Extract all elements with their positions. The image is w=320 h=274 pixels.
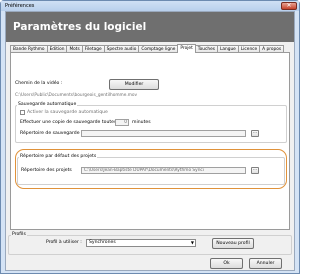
- title-bar: Préférences ✕: [1, 1, 299, 11]
- profile-select[interactable]: Synchrones ▼: [86, 239, 196, 247]
- dialog-title: Paramètres du logiciel: [13, 21, 147, 33]
- window-title: Préférences: [5, 3, 35, 9]
- autosave-browse-button[interactable]: ...: [251, 130, 259, 137]
- tab-projet[interactable]: Projet: [177, 44, 196, 53]
- autosave-checkbox[interactable]: [20, 110, 25, 115]
- projects-browse-button[interactable]: ...: [251, 167, 259, 174]
- profiles-group-title: Profils: [11, 232, 27, 237]
- autosave-dir-input[interactable]: [81, 130, 246, 137]
- new-profile-button[interactable]: Nouveau profil: [212, 238, 254, 249]
- dialog-body: Paramètres du logiciel Bande Rythmo Edit…: [5, 11, 295, 271]
- chevron-down-icon: ▼: [190, 240, 194, 245]
- autosave-group-title: Sauvegarde automatique: [17, 102, 78, 107]
- projects-dir-group-title: Répertoire par défaut des projets: [19, 154, 98, 159]
- autosave-interval-label: Effectuer une copie de sauvegarde toutes…: [20, 120, 125, 125]
- cancel-button[interactable]: Annuler: [249, 258, 282, 269]
- preferences-window: Préférences ✕ Paramètres du logiciel Ban…: [0, 0, 300, 274]
- projet-panel: Chemin de la vidéo : Modifier C:\Users\P…: [10, 52, 290, 230]
- projects-dir-label: Répertoire des projets: [21, 168, 72, 173]
- autosave-dir-label: Répertoire de sauvegarde :: [20, 131, 83, 136]
- autosave-enable-label: Activer la sauvegarde automatique: [27, 110, 108, 115]
- dialog-header: Paramètres du logiciel: [6, 12, 294, 42]
- close-icon: ✕: [286, 2, 292, 9]
- minutes-label: minutes: [132, 120, 151, 125]
- profile-use-label: Profil à utiliser :: [46, 240, 82, 245]
- profile-select-value: Synchrones: [89, 240, 116, 245]
- modify-video-button[interactable]: Modifier: [109, 79, 159, 90]
- ok-button[interactable]: Ok: [210, 258, 243, 269]
- close-button[interactable]: ✕: [281, 2, 297, 10]
- video-path-label: Chemin de la vidéo :: [15, 81, 63, 86]
- video-path-value: C:\Users\Public\Documents\bourgeois_gent…: [15, 93, 138, 98]
- projects-dir-input[interactable]: C:\Users\Jean-Baptiste DUPAY\Documents\R…: [81, 167, 246, 174]
- autosave-minutes-input[interactable]: 0: [115, 119, 129, 126]
